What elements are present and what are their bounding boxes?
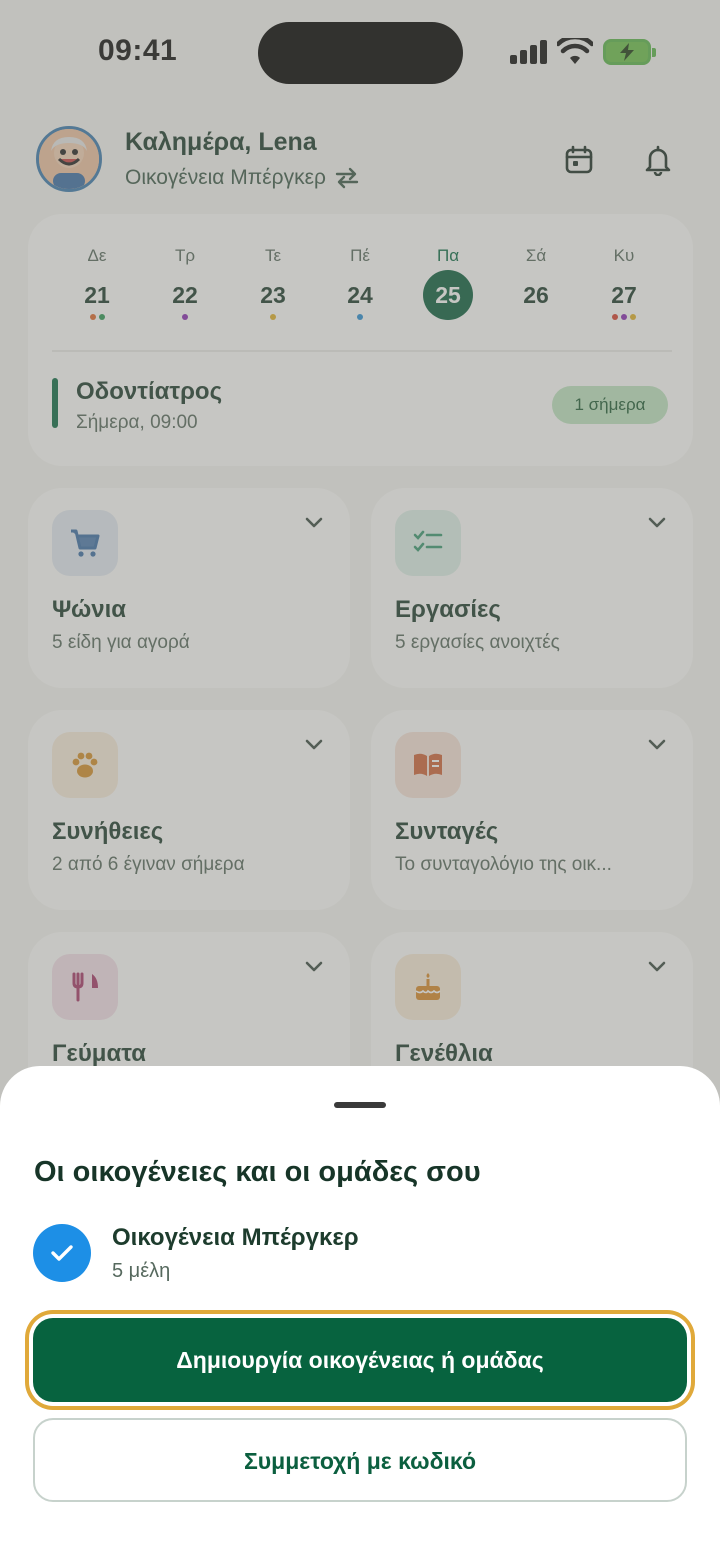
family-option-members: 5 μέλη [112, 1260, 171, 1282]
selected-check-icon[interactable] [33, 1224, 91, 1282]
family-option-name[interactable]: Οικογένεια Μπέργκερ [112, 1224, 359, 1252]
sheet-title: Οι οικογένειες και οι ομάδες σου [34, 1156, 481, 1188]
sheet-grabber[interactable] [334, 1102, 386, 1108]
families-bottom-sheet: Οι οικογένειες και οι ομάδες σου Οικογέν… [0, 1066, 720, 1564]
join-with-code-button[interactable]: Συμμετοχή με κωδικό [33, 1418, 687, 1502]
create-family-button[interactable]: Δημιουργία οικογένειας ή ομάδας [33, 1318, 687, 1402]
home-screen: 09:41 Καλημέρα, Lena Οικογένεια Μπέργκερ… [0, 0, 720, 1564]
